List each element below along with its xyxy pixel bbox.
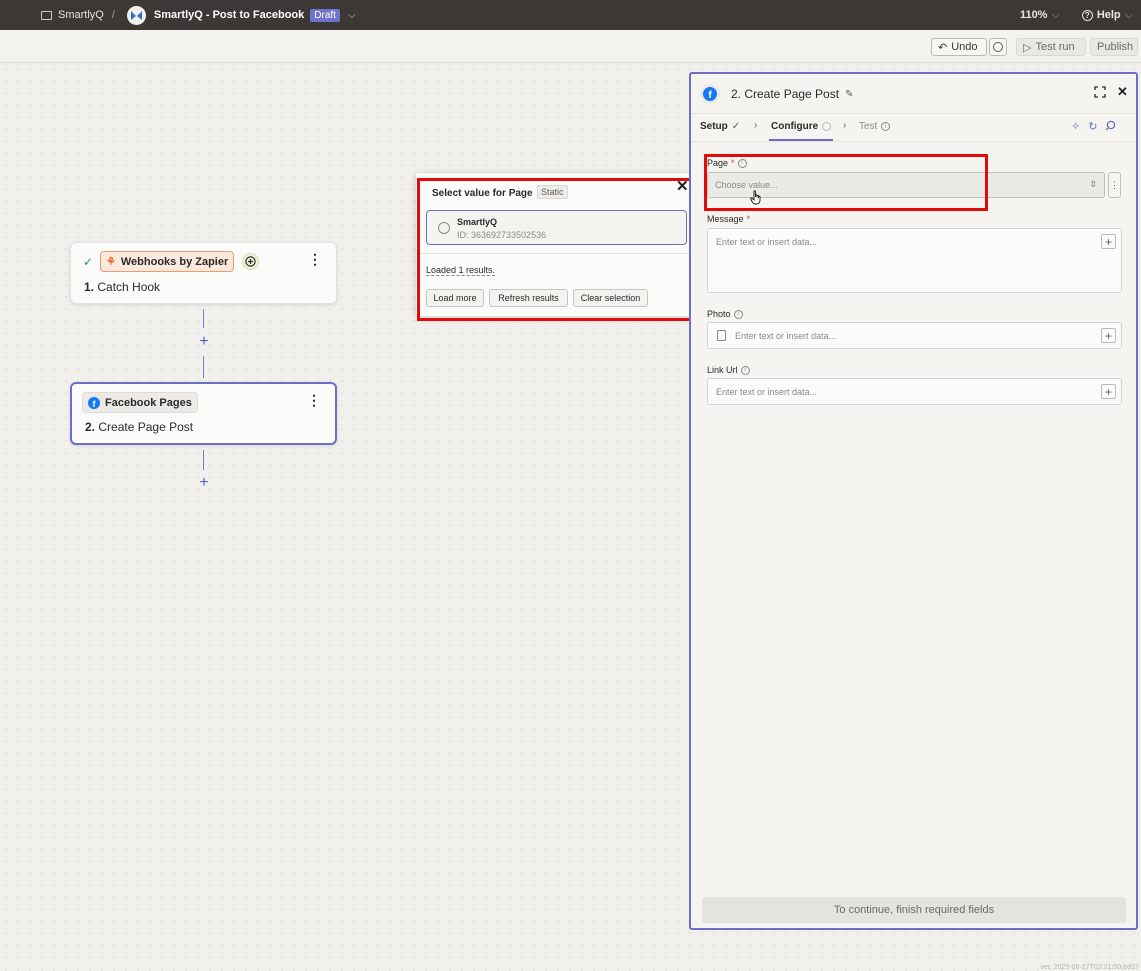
panel-tabs: Setup ✓ › Configure › Test i ✧ ↻ [691, 114, 1136, 142]
play-icon: ▷ [1023, 41, 1032, 54]
chevron-down-icon[interactable]: ⌵ [348, 10, 356, 21]
file-icon [717, 330, 726, 341]
link-url-placeholder: Enter text or insert data... [716, 387, 818, 397]
tab-setup[interactable]: Setup ✓ [700, 121, 740, 132]
app-name: Facebook Pages [105, 396, 192, 409]
chevron-updown-icon: ⇳ [1089, 179, 1097, 189]
search-icon[interactable] [1105, 120, 1116, 134]
check-icon: ✓ [83, 255, 94, 269]
step-number: 1. [84, 280, 95, 294]
version-label: ver. 2025-08-27T03:21:00-bd37 [1040, 964, 1139, 971]
folder-icon [41, 10, 52, 20]
photo-field-label: Photo i [707, 309, 743, 319]
version-history-button[interactable] [989, 38, 1007, 56]
link-url-field-label: Link Url i [707, 365, 750, 375]
test-run-button[interactable]: ▷ Test run [1016, 38, 1086, 56]
photo-placeholder: Enter text or insert data... [735, 331, 837, 341]
tab-test[interactable]: Test i [859, 121, 891, 132]
tab-label: Test [859, 121, 878, 132]
refresh-icon[interactable]: ↻ [1088, 120, 1097, 134]
top-bar: SmartlyQ / SmartlyQ - Post to Facebook D… [0, 0, 1141, 30]
tab-label: Setup [700, 121, 728, 132]
more-options-icon[interactable]: ⋮ [308, 252, 322, 266]
active-tab-indicator [769, 139, 833, 141]
undo-button[interactable]: ↶ Undo [931, 38, 987, 56]
status-circle-icon [822, 122, 832, 131]
app-badge-webhooks: ⚘ Webhooks by Zapier [100, 251, 235, 272]
help-label: Help [1096, 9, 1121, 21]
label-text: Message [707, 214, 744, 224]
zap-name[interactable]: SmartlyQ - Post to Facebook [154, 9, 304, 21]
info-icon: i [881, 122, 891, 131]
info-icon: i [733, 309, 743, 319]
pencil-icon[interactable]: ✎ [845, 89, 853, 100]
help-icon: ? [1081, 9, 1093, 21]
field-options-icon[interactable]: ⋮ [1108, 172, 1121, 198]
continue-button[interactable]: To continue, finish required fields [702, 897, 1126, 923]
expand-icon[interactable] [1094, 86, 1106, 101]
history-icon [993, 42, 1003, 52]
step-title: 1. Catch Hook [84, 280, 160, 294]
status-badge: Draft [310, 8, 340, 22]
step-title: 2. Create Page Post [85, 420, 193, 434]
webhook-icon: ⚘ [106, 256, 116, 268]
publish-button[interactable]: Publish [1090, 38, 1138, 56]
publish-label: Publish [1097, 41, 1134, 53]
add-step-button[interactable]: + [197, 474, 211, 492]
zoom-level: 110% [1019, 9, 1048, 21]
step-node-action[interactable]: f Facebook Pages ⋮ 2. Create Page Post [70, 382, 337, 445]
panel-title-text: 2. Create Page Post [731, 87, 840, 101]
highlight-box-popup [417, 178, 694, 321]
connector-line [203, 309, 204, 328]
chevron-right-icon: › [754, 120, 758, 131]
facebook-icon: f [700, 84, 720, 104]
help-button[interactable]: ? Help ⌵ [1081, 8, 1133, 22]
undo-label: Undo [951, 41, 978, 53]
tab-configure[interactable]: Configure [771, 121, 832, 132]
chevron-right-icon: › [843, 120, 847, 131]
connector-line [203, 450, 204, 470]
zoom-dropdown[interactable]: 110% ⌵ [1020, 9, 1060, 22]
insert-data-button[interactable]: + [1101, 234, 1116, 249]
undo-icon: ↶ [938, 41, 948, 54]
add-circle-icon[interactable] [242, 253, 259, 270]
step-node-trigger[interactable]: ✓ ⚘ Webhooks by Zapier ⋮ 1. Catch Hook [70, 242, 337, 304]
app-badge-facebook: f Facebook Pages [82, 392, 198, 413]
label-text: Photo [707, 309, 731, 319]
breadcrumb-folder[interactable]: SmartlyQ [58, 9, 104, 21]
step-name: Create Page Post [98, 420, 194, 434]
connector-line [203, 356, 204, 378]
info-icon: i [740, 365, 750, 375]
step-name: Catch Hook [97, 280, 161, 294]
tab-label: Configure [771, 121, 819, 132]
add-step-button[interactable]: + [197, 333, 211, 351]
step-number: 2. [85, 420, 96, 434]
chevron-down-icon: ⌵ [1124, 8, 1133, 21]
more-options-icon[interactable]: ⋮ [307, 393, 321, 407]
zap-logo-icon [126, 5, 146, 25]
breadcrumb: SmartlyQ / SmartlyQ - Post to Facebook D… [41, 0, 356, 30]
photo-input[interactable]: Enter text or insert data... + [707, 322, 1122, 349]
link-url-input[interactable]: Enter text or insert data... + [707, 378, 1122, 405]
app-name: Webhooks by Zapier [120, 255, 229, 268]
message-input[interactable]: Enter text or insert data... + [707, 228, 1122, 293]
panel-title[interactable]: 2. Create Page Post ✎ [731, 87, 853, 101]
check-icon: ✓ [731, 121, 741, 132]
facebook-icon: f [88, 396, 100, 409]
ai-sparkle-icon[interactable]: ✧ [1071, 120, 1080, 134]
panel-header: f 2. Create Page Post ✎ ✕ [691, 74, 1136, 114]
panel-tools: ✧ ↻ [1071, 120, 1116, 134]
editor-toolbar: ↶ Undo ▷ Test run Publish [0, 30, 1141, 63]
insert-data-button[interactable]: + [1101, 328, 1116, 343]
highlight-box-page-field [704, 154, 988, 211]
message-placeholder: Enter text or insert data... [716, 237, 818, 247]
required-marker: * [746, 214, 751, 224]
label-text: Link Url [707, 365, 738, 375]
close-icon[interactable]: ✕ [1117, 84, 1128, 100]
breadcrumb-separator: / [111, 9, 115, 21]
insert-data-button[interactable]: + [1101, 384, 1116, 399]
chevron-down-icon: ⌵ [1051, 8, 1060, 21]
message-field-label: Message * [707, 214, 750, 224]
test-run-label: Test run [1035, 41, 1075, 53]
